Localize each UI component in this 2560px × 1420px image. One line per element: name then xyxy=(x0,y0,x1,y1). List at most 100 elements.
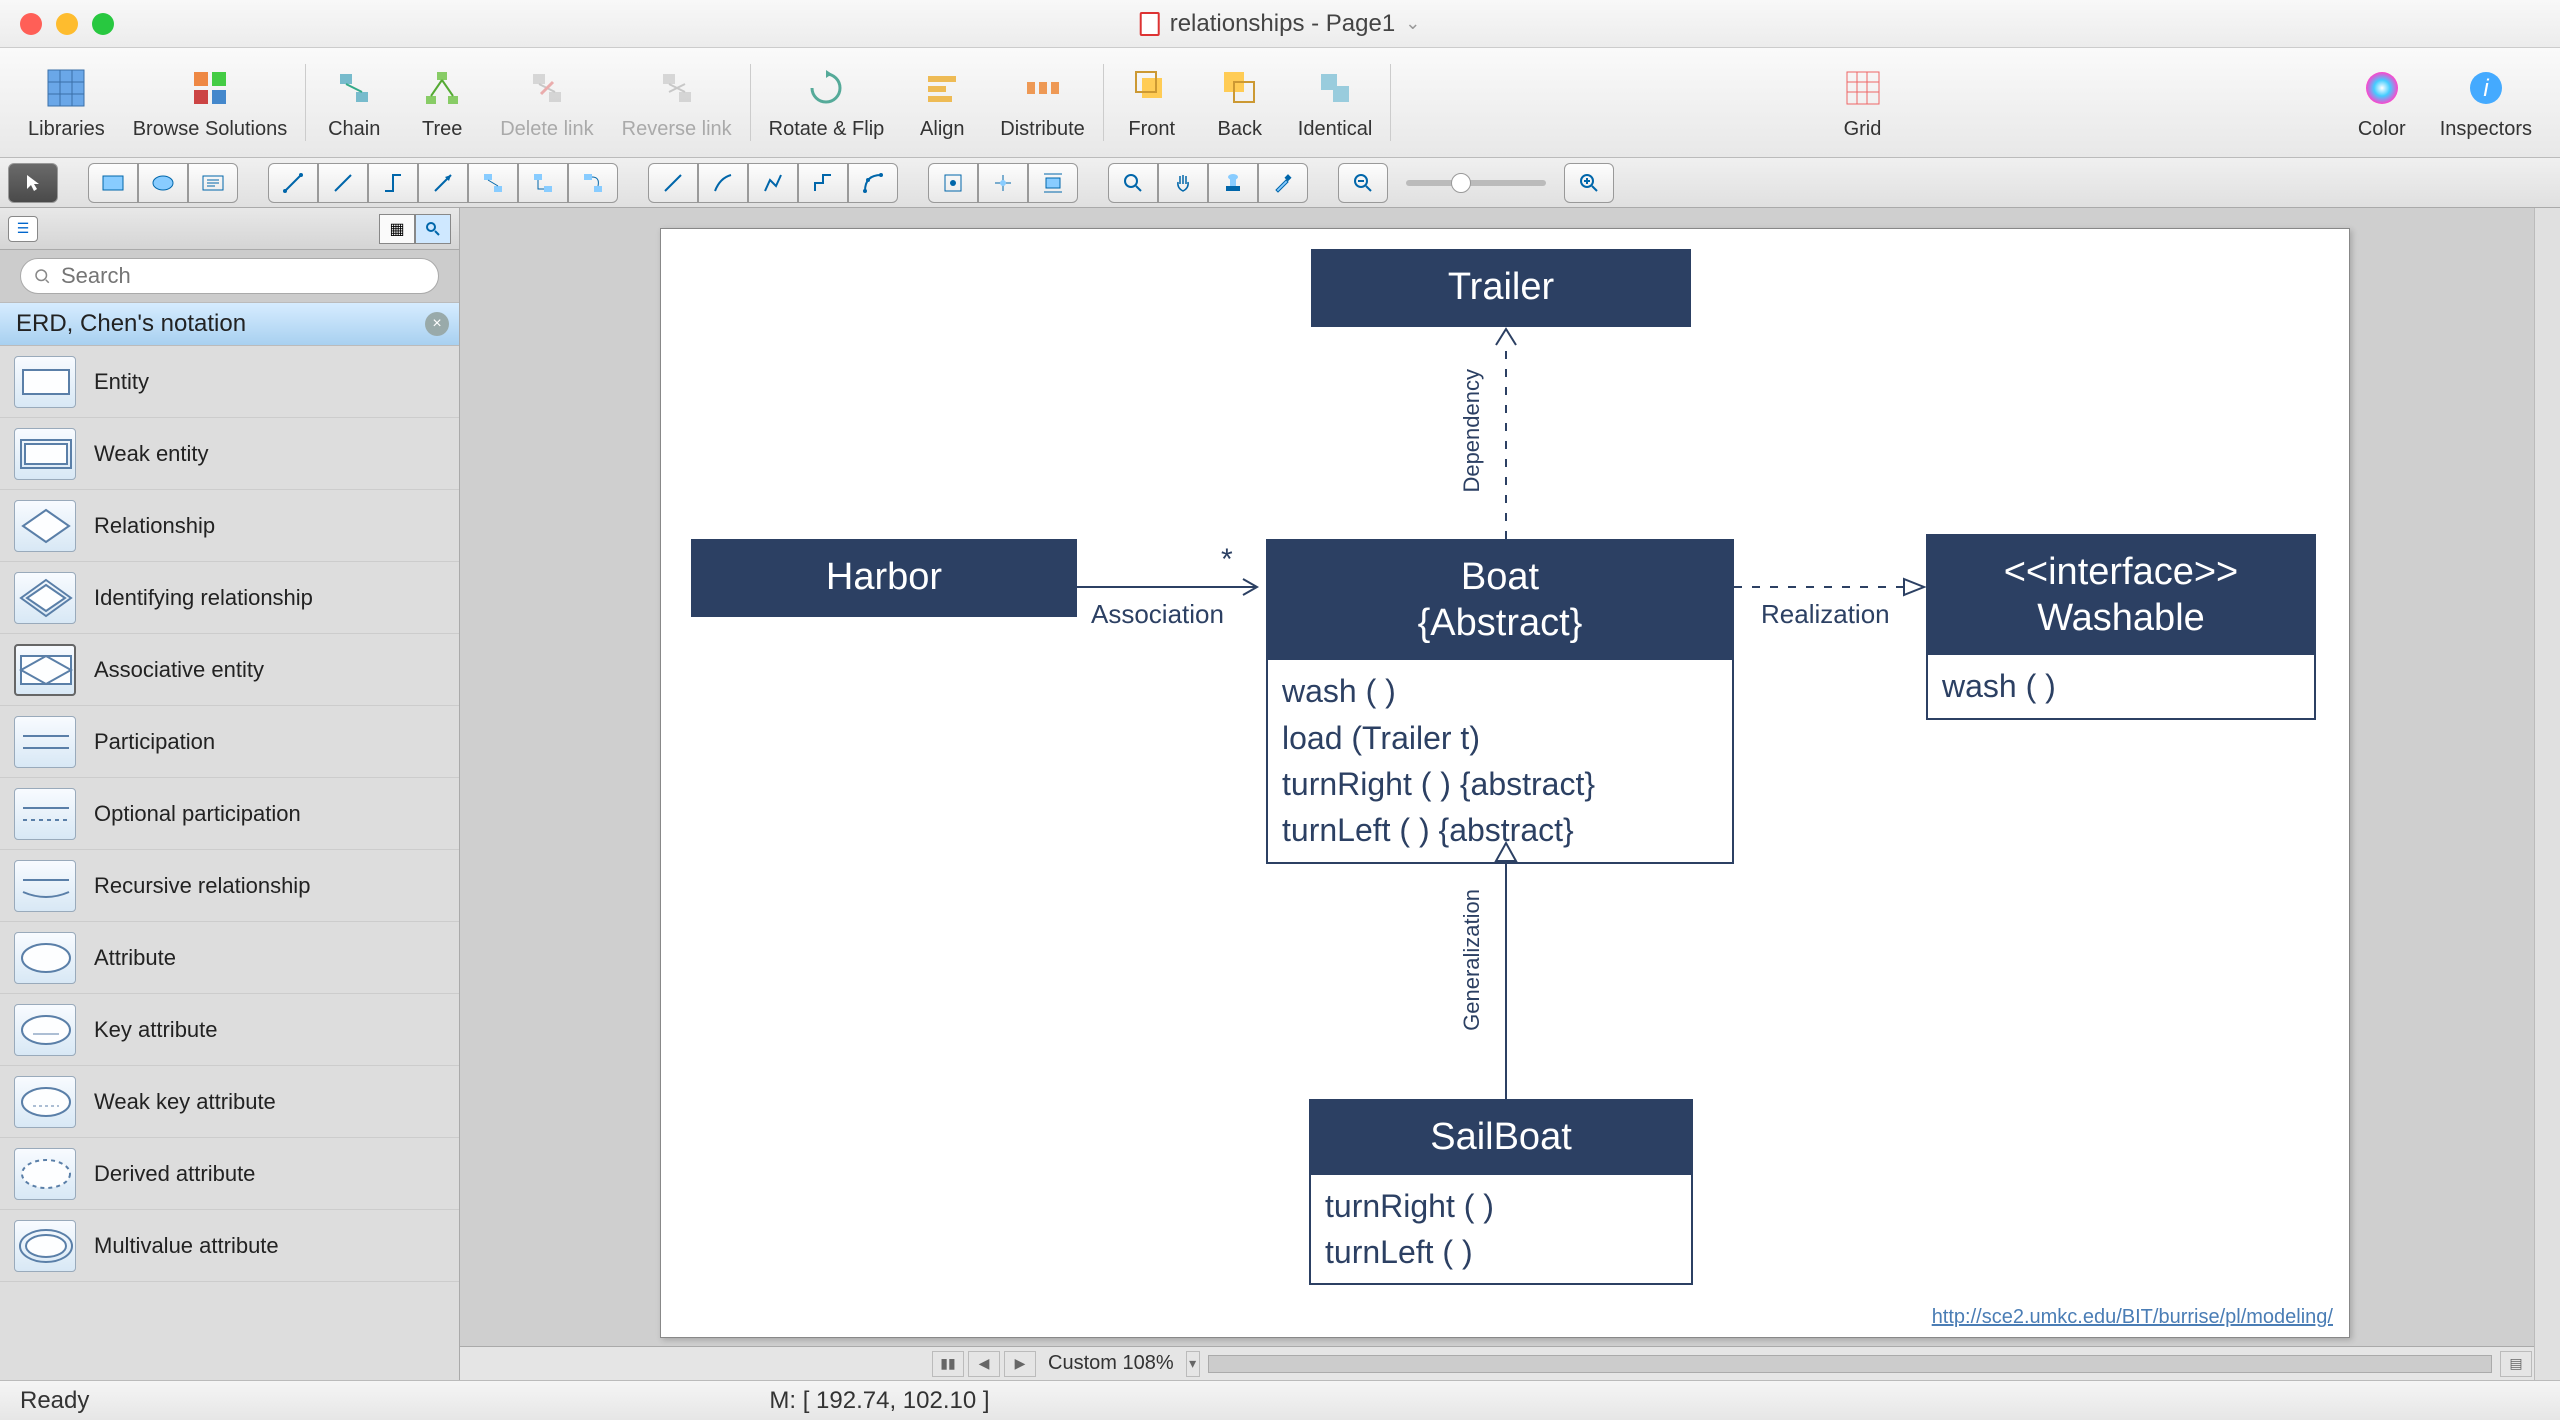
pan-tool[interactable] xyxy=(1158,163,1208,203)
sidebar-header: ☰ ▦ xyxy=(0,208,459,250)
rect-tool[interactable] xyxy=(88,163,138,203)
distribute-button[interactable]: Distribute xyxy=(1000,64,1084,141)
shape-identifying-relationship[interactable]: Identifying relationship xyxy=(0,562,459,634)
pointer-tool[interactable] xyxy=(8,163,58,203)
minimize-icon[interactable] xyxy=(56,13,78,35)
chain-button[interactable]: Chain xyxy=(324,64,384,141)
connector-5-tool[interactable] xyxy=(468,163,518,203)
connector-4-tool[interactable] xyxy=(418,163,468,203)
canvas-scroll[interactable]: Trailer Harbor Boat {Abstract} wash ( )l… xyxy=(460,208,2534,1346)
eyedropper-tool[interactable] xyxy=(1258,163,1308,203)
shape-participation[interactable]: Participation xyxy=(0,706,459,778)
vscrollbar[interactable] xyxy=(2534,208,2560,1380)
stamp-tool[interactable] xyxy=(1208,163,1258,203)
interface-washable[interactable]: <<interface>> Washable wash ( ) xyxy=(1926,534,2316,720)
back-button[interactable]: Back xyxy=(1210,64,1270,141)
zoom-label[interactable]: Custom 108% xyxy=(1038,1352,1184,1375)
grid-view-button[interactable]: ▦ xyxy=(379,214,415,244)
source-link[interactable]: http://sce2.umkc.edu/BIT/burrise/pl/mode… xyxy=(1932,1306,2333,1329)
line-tool-2[interactable] xyxy=(698,163,748,203)
search-view-button[interactable] xyxy=(415,214,451,244)
identical-button[interactable]: Identical xyxy=(1298,64,1373,141)
page-prev-icon[interactable]: ◀ xyxy=(968,1351,1000,1377)
text-tool[interactable] xyxy=(188,163,238,203)
line-tool-3[interactable] xyxy=(748,163,798,203)
connector-2-tool[interactable] xyxy=(318,163,368,203)
shape-derived-attribute[interactable]: Derived attribute xyxy=(0,1138,459,1210)
snap-tool-3[interactable] xyxy=(1028,163,1078,203)
washable-header: <<interface>> Washable xyxy=(1928,536,2314,655)
close-icon[interactable] xyxy=(20,13,42,35)
shape-label: Associative entity xyxy=(94,657,264,683)
shape-recursive-relationship[interactable]: Recursive relationship xyxy=(0,850,459,922)
chevron-down-icon[interactable]: ⌄ xyxy=(1405,13,1420,34)
assoc-label: Association xyxy=(1091,599,1224,630)
inspectors-button[interactable]: iInspectors xyxy=(2440,64,2532,141)
browse-solutions-button[interactable]: Browse Solutions xyxy=(133,64,288,141)
line-tool-1[interactable] xyxy=(648,163,698,203)
tree-button[interactable]: Tree xyxy=(412,64,472,141)
zoom-tool[interactable] xyxy=(1108,163,1158,203)
shape-label: Relationship xyxy=(94,513,215,539)
window-controls xyxy=(20,13,114,35)
outline-icon[interactable]: ☰ xyxy=(8,216,38,242)
line-tool-4[interactable] xyxy=(798,163,848,203)
shape-associative-entity[interactable]: Associative entity xyxy=(0,634,459,706)
shape-thumb xyxy=(14,788,76,840)
shape-relationship[interactable]: Relationship xyxy=(0,490,459,562)
zoom-dropdown-icon[interactable]: ▾ xyxy=(1186,1351,1200,1377)
close-category-icon[interactable]: × xyxy=(425,312,449,336)
shape-weak-entity[interactable]: Weak entity xyxy=(0,418,459,490)
add-page-icon[interactable]: ▤ xyxy=(2500,1351,2532,1377)
app-body: ☰ ▦ ERD, Chen's notation × EntityWeak en… xyxy=(0,208,2560,1380)
assoc-mult: * xyxy=(1221,543,1233,577)
zoom-thumb[interactable] xyxy=(1451,173,1471,193)
snap-tool-2[interactable] xyxy=(978,163,1028,203)
status-coords: M: [ 192.74, 102.10 ] xyxy=(769,1387,989,1415)
assoc-connector xyxy=(1077,577,1267,597)
hscrollbar[interactable] xyxy=(1208,1355,2492,1373)
washable-stereo: <<interface>> xyxy=(1936,550,2306,596)
reverse-link-button[interactable]: Reverse link xyxy=(622,64,732,141)
shape-key-attribute[interactable]: Key attribute xyxy=(0,994,459,1066)
snap-tool-1[interactable] xyxy=(928,163,978,203)
search-input[interactable] xyxy=(20,258,439,294)
diagram-page[interactable]: Trailer Harbor Boat {Abstract} wash ( )l… xyxy=(660,228,2350,1338)
connector-1-tool[interactable] xyxy=(268,163,318,203)
connector-3-tool[interactable] xyxy=(368,163,418,203)
canvas-area: Trailer Harbor Boat {Abstract} wash ( )l… xyxy=(460,208,2534,1380)
zoom-out-button[interactable] xyxy=(1338,163,1388,203)
color-button[interactable]: Color xyxy=(2352,64,2412,141)
align-button[interactable]: Align xyxy=(912,64,972,141)
page-next-icon[interactable]: ▶ xyxy=(1004,1351,1036,1377)
front-button[interactable]: Front xyxy=(1122,64,1182,141)
delete-link-button[interactable]: Delete link xyxy=(500,64,593,141)
shape-entity[interactable]: Entity xyxy=(0,346,459,418)
line-tool-5[interactable] xyxy=(848,163,898,203)
connector-6-tool[interactable] xyxy=(518,163,568,203)
connector-7-tool[interactable] xyxy=(568,163,618,203)
libraries-button[interactable]: Libraries xyxy=(28,64,105,141)
class-harbor[interactable]: Harbor xyxy=(691,539,1077,617)
page-pause-icon[interactable]: ▮▮ xyxy=(932,1351,964,1377)
shape-label: Identifying relationship xyxy=(94,585,313,611)
sailboat-title: SailBoat xyxy=(1311,1101,1691,1175)
category-label: ERD, Chen's notation xyxy=(16,310,246,338)
category-header[interactable]: ERD, Chen's notation × xyxy=(0,302,459,346)
shape-thumb xyxy=(14,1076,76,1128)
main-toolbar: Libraries Browse Solutions Chain Tree De… xyxy=(0,48,2560,158)
rotate-flip-button[interactable]: Rotate & Flip xyxy=(769,64,885,141)
zoom-in-button[interactable] xyxy=(1564,163,1614,203)
shape-multivalue-attribute[interactable]: Multivalue attribute xyxy=(0,1210,459,1282)
shape-optional-participation[interactable]: Optional participation xyxy=(0,778,459,850)
class-boat[interactable]: Boat {Abstract} wash ( )load (Trailer t)… xyxy=(1266,539,1734,864)
grid-button[interactable]: Grid xyxy=(1833,64,1893,141)
zoom-slider[interactable] xyxy=(1406,180,1546,186)
maximize-icon[interactable] xyxy=(92,13,114,35)
shape-weak-key-attribute[interactable]: Weak key attribute xyxy=(0,1066,459,1138)
ellipse-tool[interactable] xyxy=(138,163,188,203)
shape-attribute[interactable]: Attribute xyxy=(0,922,459,994)
shape-thumb xyxy=(14,356,76,408)
class-sailboat[interactable]: SailBoat turnRight ( )turnLeft ( ) xyxy=(1309,1099,1693,1285)
class-trailer[interactable]: Trailer xyxy=(1311,249,1691,327)
